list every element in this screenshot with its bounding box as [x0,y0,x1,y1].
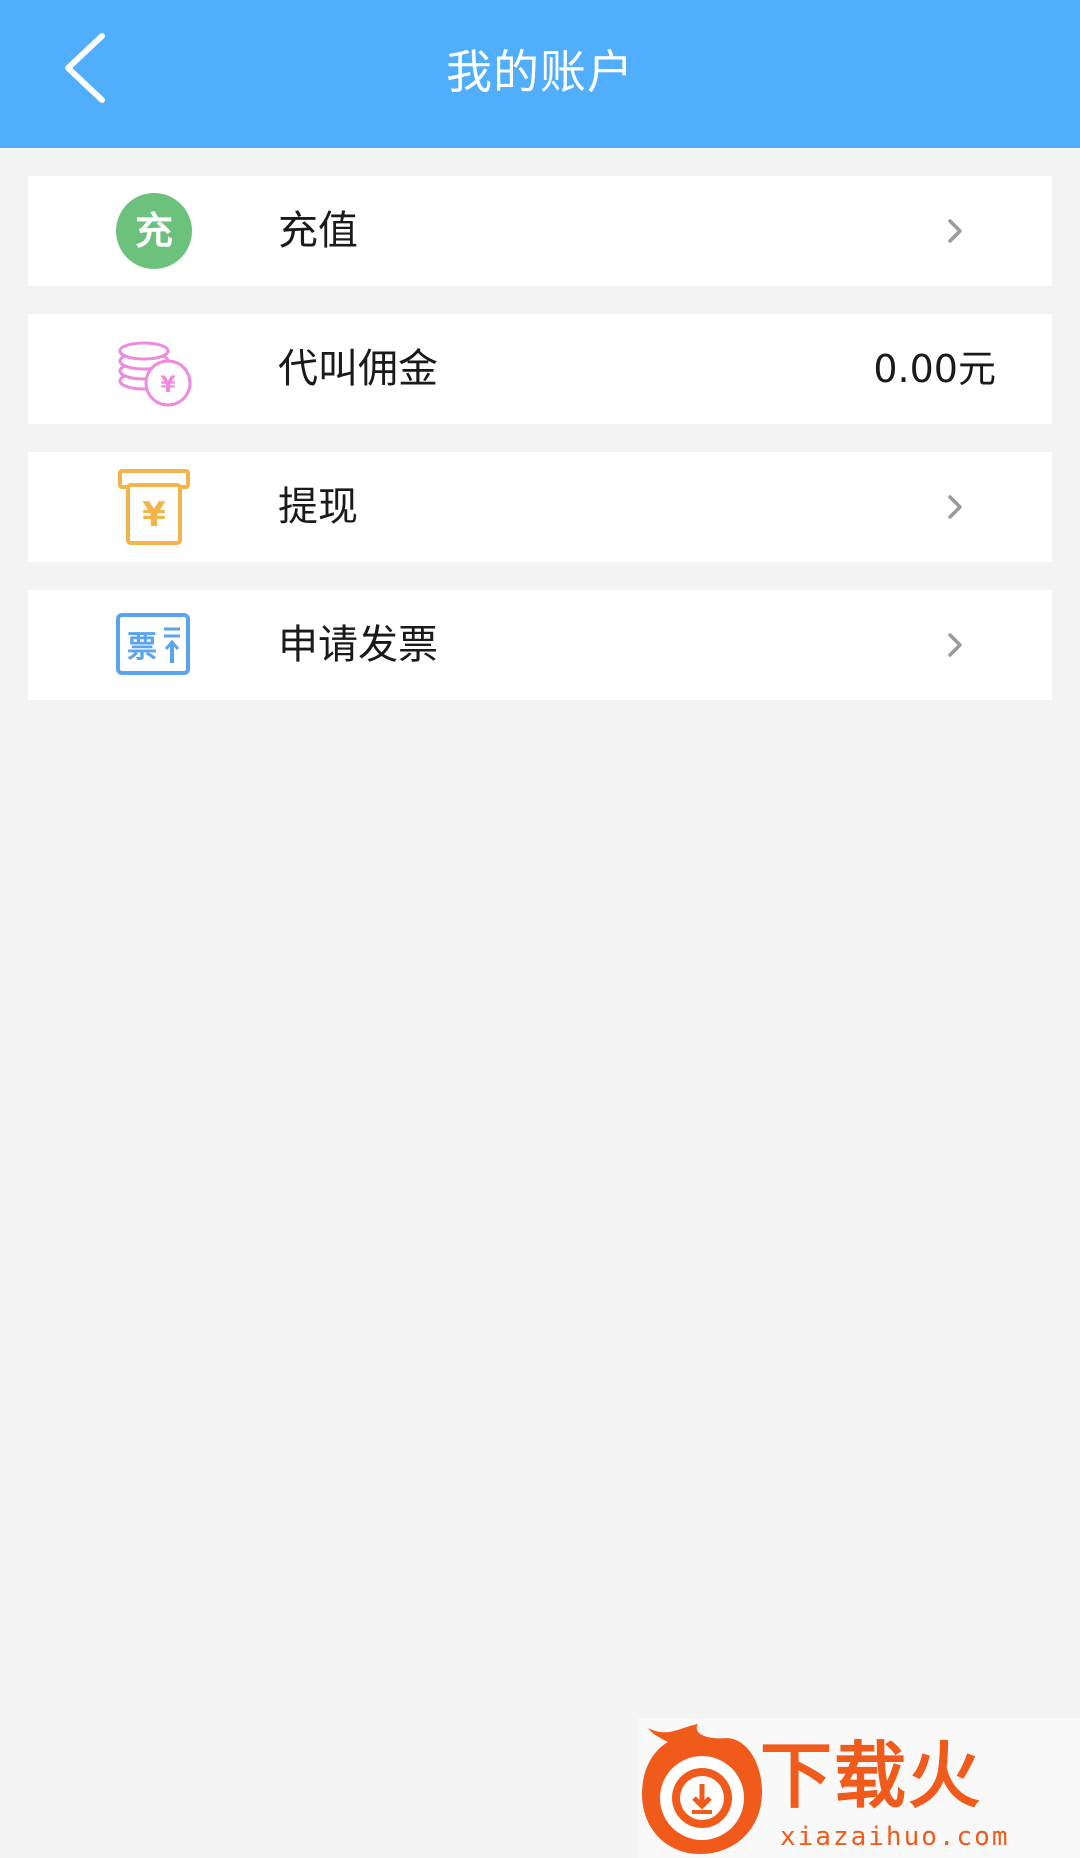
account-menu-list: 充 充值 ¥ 代叫佣金 0.00元 ¥ 提现 票 申请发票 [28,176,1052,728]
menu-item-label: 代叫佣金 [278,346,438,392]
commission-amount: 0.00元 [873,347,996,391]
menu-item-label: 提现 [278,484,358,530]
recharge-icon-text: 充 [135,209,173,253]
menu-item-label: 申请发票 [278,622,438,668]
invoice-icon: 票 [116,613,190,675]
flame-download-icon [642,1724,762,1854]
menu-item-withdraw[interactable]: ¥ 提现 [28,452,1052,562]
coins-icon: ¥ [118,341,192,407]
page-title: 我的账户 [446,45,634,99]
menu-item-invoice[interactable]: 票 申请发票 [28,590,1052,700]
menu-item-recharge[interactable]: 充 充值 [28,176,1052,286]
invoice-icon-text: 票 [127,630,157,665]
header-bar: 我的账户 [0,0,1080,148]
chevron-right-icon [948,633,962,657]
menu-item-label: 充值 [278,208,358,254]
chevron-right-icon [948,495,962,519]
recharge-icon: 充 [116,193,192,269]
watermark-url: xiazaihuo.com [780,1822,1010,1852]
withdraw-icon: ¥ [118,469,190,545]
menu-item-commission[interactable]: ¥ 代叫佣金 0.00元 [28,314,1052,424]
svg-text:¥: ¥ [160,373,176,398]
svg-text:¥: ¥ [142,495,166,535]
chevron-right-icon [948,219,962,243]
watermark-logo: 下载火 xiazaihuo.com [638,1718,1080,1858]
watermark-brand: 下载火 [760,1734,983,1818]
